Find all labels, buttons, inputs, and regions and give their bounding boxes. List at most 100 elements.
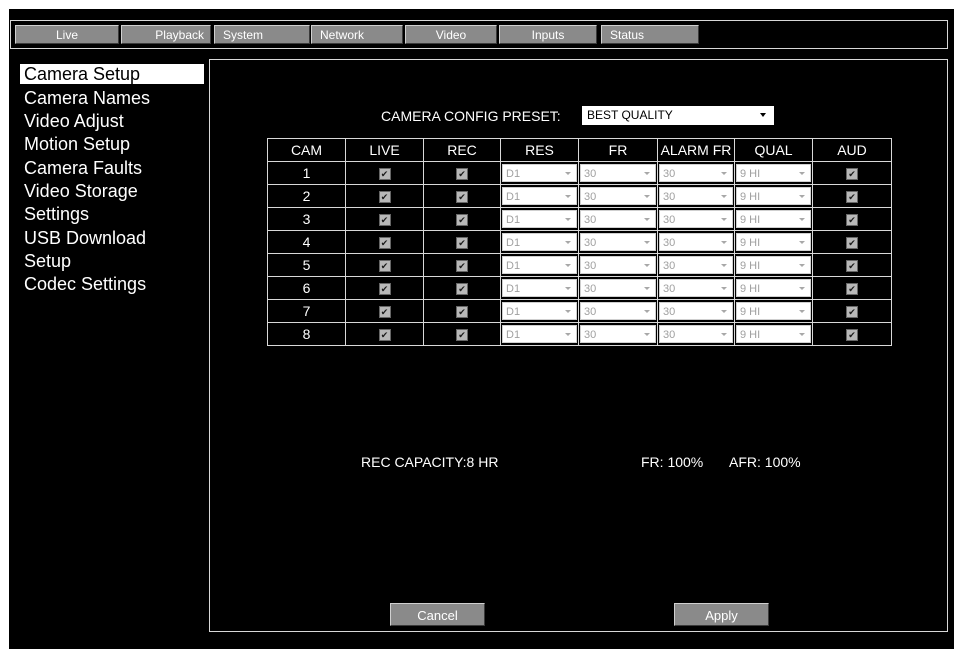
fr-select[interactable]: 30: [580, 325, 656, 343]
rec-cell: ✔: [423, 161, 501, 185]
aud-cell: ✔: [812, 253, 892, 277]
rec-checkbox[interactable]: ✔: [456, 237, 468, 250]
res-select[interactable]: D1: [502, 279, 577, 297]
res-value: D1: [506, 191, 521, 203]
aud-checkbox[interactable]: ✔: [846, 260, 858, 273]
live-checkbox[interactable]: ✔: [378, 168, 391, 181]
alarm-fr-select[interactable]: 30: [659, 302, 733, 320]
alarm-fr-select[interactable]: 30: [659, 164, 733, 182]
qual-value: 9 HI: [740, 168, 761, 180]
cancel-button[interactable]: Cancel: [390, 603, 485, 626]
tab-live[interactable]: Live: [15, 25, 119, 44]
qual-select[interactable]: 9 HI: [736, 325, 811, 343]
alarm-fr-select[interactable]: 30: [659, 210, 733, 228]
fr-value: 30: [584, 329, 597, 341]
alarm-fr-cell: 30: [657, 184, 735, 208]
sidebar-item-camera-names[interactable]: Camera Names: [20, 88, 204, 108]
column-header-live: LIVE: [345, 138, 424, 162]
aud-checkbox[interactable]: ✔: [846, 191, 858, 204]
chevron-down-icon: [721, 333, 727, 336]
sidebar-item-video-adjust[interactable]: Video Adjust: [20, 111, 204, 131]
tab-playback[interactable]: Playback: [121, 25, 211, 44]
cam-number-cell: 5: [267, 253, 346, 277]
live-checkbox[interactable]: ✔: [378, 237, 391, 250]
fr-cell: 30: [578, 161, 658, 185]
rec-checkbox[interactable]: ✔: [456, 260, 468, 273]
apply-button[interactable]: Apply: [674, 603, 769, 626]
qual-select[interactable]: 9 HI: [736, 233, 811, 251]
tab-network[interactable]: Network: [311, 25, 403, 44]
tab-status[interactable]: Status: [601, 25, 699, 44]
fr-select[interactable]: 30: [580, 256, 656, 274]
fr-select[interactable]: 30: [580, 279, 656, 297]
qual-select[interactable]: 9 HI: [736, 279, 811, 297]
res-select[interactable]: D1: [502, 164, 577, 182]
aud-checkbox[interactable]: ✔: [846, 214, 858, 227]
sidebar-item-usb-download-setup[interactable]: Setup: [20, 251, 204, 271]
sidebar-item-camera-faults[interactable]: Camera Faults: [20, 158, 204, 178]
table-header-row: CAM LIVE REC RES FR ALARM FR QUAL AUD: [267, 138, 892, 162]
preset-label: CAMERA CONFIG PRESET:: [381, 108, 561, 124]
fr-value: 30: [584, 191, 597, 203]
res-value: D1: [506, 329, 521, 341]
sidebar-item-codec-settings[interactable]: Codec Settings: [20, 274, 204, 294]
alarm-fr-cell: 30: [657, 207, 735, 231]
alarm-fr-select[interactable]: 30: [659, 233, 733, 251]
rec-checkbox[interactable]: ✔: [456, 191, 468, 204]
tab-video[interactable]: Video: [405, 25, 497, 44]
rec-checkbox[interactable]: ✔: [456, 306, 468, 319]
alarm-fr-select[interactable]: 30: [659, 187, 733, 205]
res-select[interactable]: D1: [502, 233, 577, 251]
tab-inputs[interactable]: Inputs: [499, 25, 597, 44]
res-select[interactable]: D1: [502, 187, 577, 205]
rec-checkbox[interactable]: ✔: [456, 283, 468, 296]
fr-select[interactable]: 30: [580, 164, 656, 182]
fr-select[interactable]: 30: [580, 302, 656, 320]
sidebar-item-camera-setup[interactable]: Camera Setup: [20, 64, 204, 84]
chevron-down-icon: [644, 218, 650, 221]
fr-select[interactable]: 30: [580, 187, 656, 205]
live-checkbox[interactable]: ✔: [378, 260, 391, 273]
rec-cell: ✔: [423, 207, 501, 231]
cam-number-cell: 1: [267, 161, 346, 185]
aud-checkbox[interactable]: ✔: [846, 329, 858, 342]
qual-select[interactable]: 9 HI: [736, 164, 811, 182]
alarm-fr-value: 30: [663, 168, 676, 180]
aud-checkbox[interactable]: ✔: [846, 283, 858, 296]
rec-checkbox[interactable]: ✔: [456, 329, 468, 342]
tab-system[interactable]: System: [214, 25, 310, 44]
sidebar-item-video-storage-settings[interactable]: Settings: [20, 204, 204, 224]
live-checkbox[interactable]: ✔: [378, 283, 391, 296]
sidebar-item-motion-setup[interactable]: Motion Setup: [20, 134, 204, 154]
res-select[interactable]: D1: [502, 302, 577, 320]
live-checkbox[interactable]: ✔: [378, 329, 391, 342]
qual-cell: 9 HI: [734, 230, 813, 254]
live-checkbox[interactable]: ✔: [378, 191, 391, 204]
fr-select[interactable]: 30: [580, 233, 656, 251]
alarm-fr-select[interactable]: 30: [659, 325, 733, 343]
fr-cell: 30: [578, 253, 658, 277]
fr-select[interactable]: 30: [580, 210, 656, 228]
live-checkbox[interactable]: ✔: [378, 306, 391, 319]
aud-checkbox[interactable]: ✔: [846, 306, 858, 319]
res-select[interactable]: D1: [502, 325, 577, 343]
sidebar-item-video-storage[interactable]: Video Storage: [20, 181, 204, 201]
alarm-fr-select[interactable]: 30: [659, 279, 733, 297]
aud-checkbox[interactable]: ✔: [846, 168, 858, 181]
qual-select[interactable]: 9 HI: [736, 302, 811, 320]
rec-checkbox[interactable]: ✔: [456, 214, 468, 227]
qual-select[interactable]: 9 HI: [736, 210, 811, 228]
res-select[interactable]: D1: [502, 210, 577, 228]
rec-cell: ✔: [423, 184, 501, 208]
chevron-down-icon: [721, 172, 727, 175]
qual-select[interactable]: 9 HI: [736, 187, 811, 205]
qual-select[interactable]: 9 HI: [736, 256, 811, 274]
res-select[interactable]: D1: [502, 256, 577, 274]
chevron-down-icon: [644, 241, 650, 244]
aud-checkbox[interactable]: ✔: [846, 237, 858, 250]
preset-select[interactable]: BEST QUALITY: [582, 106, 774, 125]
live-checkbox[interactable]: ✔: [378, 214, 391, 227]
alarm-fr-select[interactable]: 30: [659, 256, 733, 274]
rec-checkbox[interactable]: ✔: [456, 168, 468, 181]
sidebar-item-usb-download[interactable]: USB Download: [20, 228, 204, 248]
